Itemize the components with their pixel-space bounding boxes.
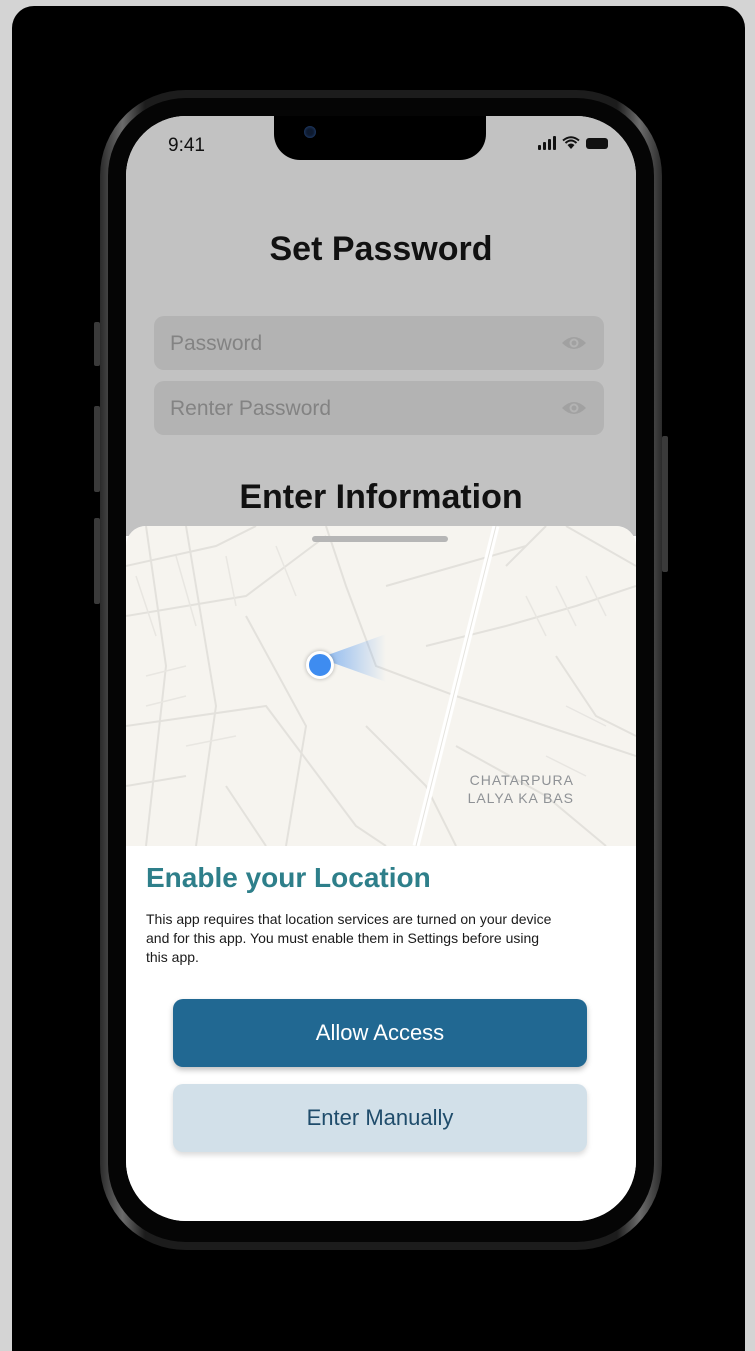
- reenter-password-placeholder: Renter Password: [170, 397, 332, 420]
- wifi-icon: [562, 136, 580, 149]
- power-button: [662, 436, 668, 572]
- eye-icon[interactable]: [560, 332, 588, 354]
- section-title: Enter Information: [239, 478, 523, 516]
- status-icons: [538, 136, 608, 150]
- map-label-lalya-ka-bas: LALYA KA BAS: [467, 790, 574, 806]
- mute-switch: [94, 322, 100, 366]
- sheet-heading: Enable your Location: [146, 862, 431, 893]
- map-view[interactable]: CHATARPURA LALYA KA BAS: [126, 526, 636, 846]
- password-placeholder: Password: [170, 332, 263, 355]
- set-password-screen-dimmed: Set Password Password Renter Password En…: [126, 116, 636, 536]
- reenter-password-field[interactable]: Renter Password: [154, 381, 604, 435]
- cellular-signal-icon: [538, 136, 556, 150]
- status-time: 9:41: [168, 135, 205, 156]
- sheet-grabber[interactable]: [312, 536, 448, 542]
- eye-icon[interactable]: [560, 397, 588, 419]
- front-camera: [304, 126, 316, 138]
- allow-access-button[interactable]: Allow Access: [173, 999, 587, 1067]
- volume-down-button: [94, 518, 100, 604]
- notch: [274, 116, 486, 160]
- map-label-chatarpura: CHATARPURA: [469, 772, 574, 788]
- current-location-dot: [306, 651, 334, 679]
- volume-up-button: [94, 406, 100, 492]
- password-field[interactable]: Password: [154, 316, 604, 370]
- enter-manually-button[interactable]: Enter Manually: [173, 1084, 587, 1152]
- page-title: Set Password: [269, 230, 493, 268]
- location-bottom-sheet: CHATARPURA LALYA KA BAS Enable your Loca…: [126, 526, 636, 1221]
- phone-screen: Set Password Password Renter Password En…: [126, 116, 636, 1221]
- battery-icon: [586, 137, 608, 149]
- sheet-description: This app requires that location services…: [146, 911, 552, 965]
